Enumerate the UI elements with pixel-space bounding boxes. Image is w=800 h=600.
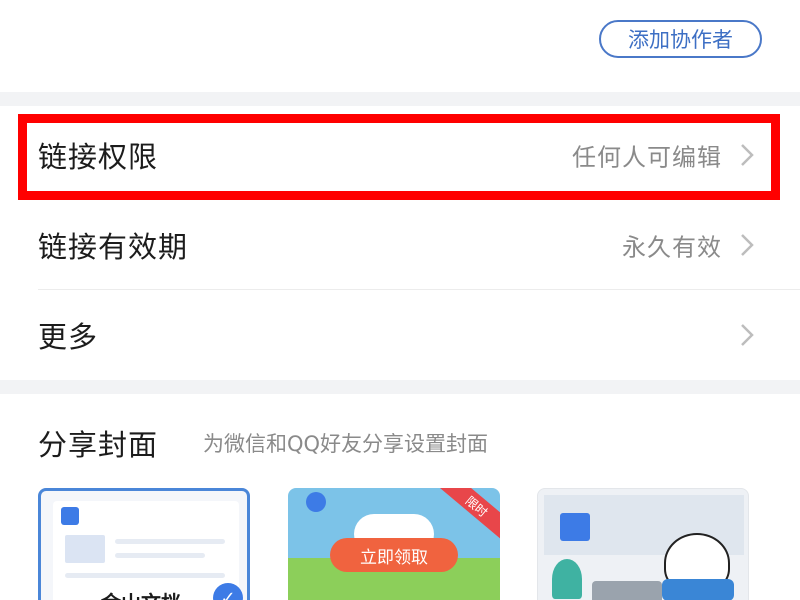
add-collaborator-button[interactable]: 添加协作者 [599,20,762,58]
chevron-right-icon [741,324,754,346]
link-validity-row[interactable]: 链接有效期 永久有效 [0,200,800,290]
text-line [65,573,225,578]
share-cover-title: 分享封面 [38,428,159,462]
link-validity-value: 永久有效 [622,233,722,262]
document-icon [560,513,590,541]
laptop-icon [592,581,662,600]
section-divider [0,92,800,106]
cover-option-2[interactable]: 立即领取 限时 [288,488,500,600]
document-icon [61,507,79,525]
text-line [115,553,205,558]
top-bar: 添加协作者 [0,0,800,92]
brand-name: 金山文档 [101,587,181,600]
link-validity-label: 链接有效期 [38,230,189,264]
claim-now-button[interactable]: 立即领取 [330,538,458,572]
cover-option-3[interactable] [537,488,749,600]
scarf-icon [662,579,734,600]
document-preview [53,501,239,600]
document-icon [306,492,326,512]
limited-time-ribbon: 限时 [436,488,500,543]
section-divider [0,380,800,394]
more-label: 更多 [38,320,99,354]
highlight-box [18,114,780,200]
chevron-right-icon [741,234,754,256]
cover-option-1[interactable]: 金山文档 ✓ [38,488,250,600]
more-row[interactable]: 更多 [0,290,800,380]
plant-icon [552,559,582,599]
share-cover-subtitle: 为微信和QQ好友分享设置封面 [203,432,489,456]
text-line [115,539,225,544]
image-placeholder-icon [65,535,105,563]
